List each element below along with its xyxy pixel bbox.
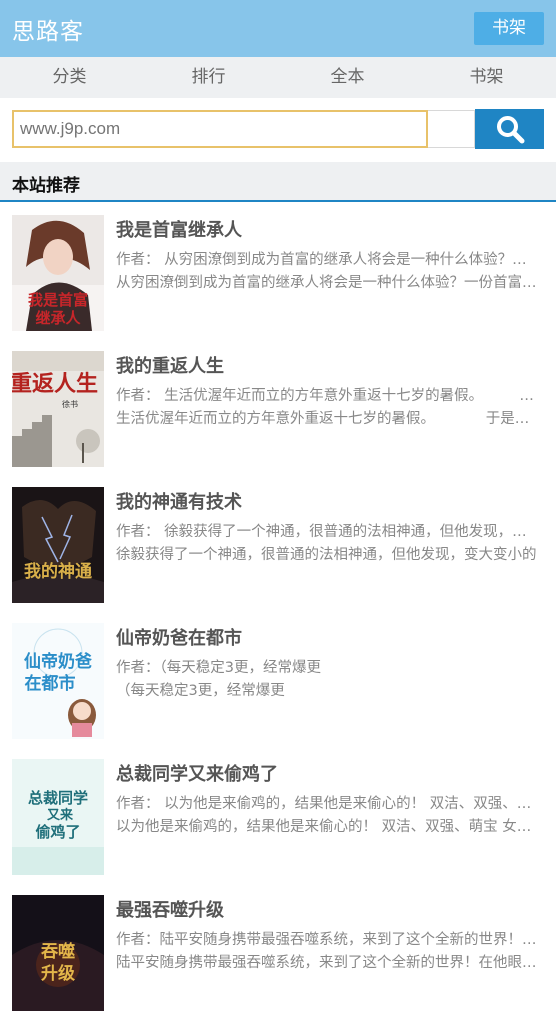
- svg-text:偷鸡了: 偷鸡了: [35, 823, 80, 841]
- search-icon: [496, 116, 524, 144]
- book-cover[interactable]: 仙帝奶爸 在都市: [12, 623, 104, 739]
- book-description: （每天稳定3更，经常爆更: [116, 683, 285, 699]
- book-author: 作者： 徐毅获得了一个神通，很普通的法相神通，但他发现，变大变小: [116, 524, 540, 540]
- svg-text:又来: 又来: [46, 807, 74, 823]
- book-title[interactable]: 我是首富继承人: [116, 216, 242, 242]
- nav-item-ranking[interactable]: 排行: [139, 57, 278, 98]
- search-input-extension[interactable]: [428, 110, 475, 148]
- book-item[interactable]: 重返人生 徐书 我的重返人生 作者： 生活优渥年近而立的方年意外重返十七岁的暑假…: [0, 340, 556, 476]
- nav-item-category[interactable]: 分类: [0, 57, 139, 98]
- search-input[interactable]: [12, 110, 428, 148]
- site-title[interactable]: 思路客: [12, 12, 84, 46]
- book-description: 徐毅获得了一个神通，很普通的法相神通，但他发现，变大变小的: [116, 547, 537, 563]
- svg-text:我是首富: 我是首富: [28, 291, 88, 309]
- svg-text:继承人: 继承人: [35, 309, 81, 327]
- svg-text:重返人生: 重返人生: [12, 371, 98, 397]
- book-item[interactable]: 吞噬 升级 最强吞噬升级 作者：陆平安随身携带最强吞噬系统，来到了这个全新的世界…: [0, 884, 556, 1020]
- svg-text:徐书: 徐书: [62, 399, 78, 409]
- search-button[interactable]: [475, 109, 544, 149]
- nav-item-bookshelf[interactable]: 书架: [417, 57, 556, 98]
- book-description: 以为他是来偷鸡的，结果他是来偷心的！ 双洁、双强、萌宝 女主偏: [116, 819, 540, 835]
- book-cover[interactable]: 总裁同学 又来 偷鸡了: [12, 759, 104, 875]
- book-author: 作者： 从穷困潦倒到成为首富的继承人将会是一种什么体验？一份首富的: [116, 252, 540, 268]
- book-title[interactable]: 总裁同学又来偷鸡了: [116, 760, 278, 786]
- search-bar: [0, 98, 556, 162]
- book-description: 陆平安随身携带最强吞噬系统，来到了这个全新的世界！在他眼中，: [116, 955, 540, 971]
- section-header: 本站推荐: [0, 162, 556, 202]
- book-description: 生活优渥年近而立的方年意外重返十七岁的暑假。 于是，他: [116, 411, 540, 427]
- top-bar: 思路客 书架: [0, 0, 556, 57]
- svg-text:升级: 升级: [41, 963, 75, 984]
- book-item[interactable]: 我是首富 继承人 我是首富继承人 作者： 从穷困潦倒到成为首富的继承人将会是一种…: [0, 204, 556, 340]
- book-item[interactable]: 仙帝奶爸 在都市 仙帝奶爸在都市 作者：（每天稳定3更，经常爆更 （每天稳定3更…: [0, 612, 556, 748]
- book-author: 作者： 以为他是来偷鸡的，结果他是来偷心的！ 双洁、双强、萌宝 女主: [116, 796, 540, 812]
- book-cover[interactable]: 我的神通: [12, 487, 104, 603]
- book-author: 作者： 生活优渥年近而立的方年意外重返十七岁的暑假。 于是，: [116, 388, 540, 404]
- book-title[interactable]: 我的重返人生: [116, 352, 224, 378]
- nav-item-complete[interactable]: 全本: [278, 57, 417, 98]
- svg-text:我的神通: 我的神通: [24, 561, 92, 582]
- book-item[interactable]: 总裁同学 又来 偷鸡了 总裁同学又来偷鸡了 作者： 以为他是来偷鸡的，结果他是来…: [0, 748, 556, 884]
- svg-text:仙帝奶爸: 仙帝奶爸: [24, 651, 92, 672]
- section-title: 本站推荐: [12, 176, 80, 196]
- book-cover[interactable]: 我是首富 继承人: [12, 215, 104, 331]
- svg-text:总裁同学: 总裁同学: [28, 789, 88, 807]
- book-title[interactable]: 仙帝奶爸在都市: [116, 624, 242, 650]
- book-cover[interactable]: 吞噬 升级: [12, 895, 104, 1011]
- book-list: 我是首富 继承人 我是首富继承人 作者： 从穷困潦倒到成为首富的继承人将会是一种…: [0, 204, 556, 1020]
- svg-text:吞噬: 吞噬: [41, 941, 75, 962]
- svg-text:在都市: 在都市: [25, 673, 76, 694]
- book-item[interactable]: 我的神通 我的神通有技术 作者： 徐毅获得了一个神通，很普通的法相神通，但他发现…: [0, 476, 556, 612]
- book-author: 作者：陆平安随身携带最强吞噬系统，来到了这个全新的世界！在他眼中: [116, 932, 540, 948]
- book-title[interactable]: 最强吞噬升级: [116, 896, 224, 922]
- main-nav: 分类 排行 全本 书架: [0, 57, 556, 98]
- book-cover[interactable]: 重返人生 徐书: [12, 351, 104, 467]
- book-description: 从穷困潦倒到成为首富的继承人将会是一种什么体验？一份首富的遗嘱: [116, 275, 540, 291]
- book-title[interactable]: 我的神通有技术: [116, 488, 242, 514]
- book-author: 作者：（每天稳定3更，经常爆更: [116, 660, 321, 676]
- bookshelf-button[interactable]: 书架: [474, 12, 544, 45]
